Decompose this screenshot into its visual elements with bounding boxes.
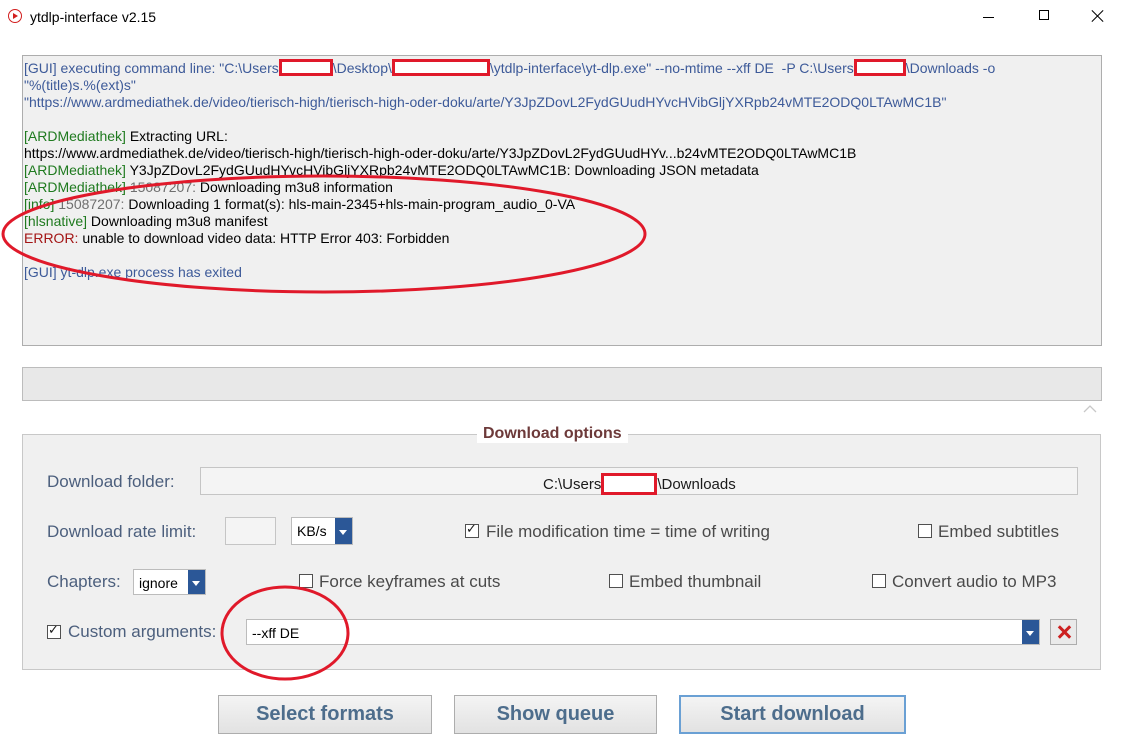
convert-mp3-checkbox[interactable] [872,574,886,588]
download-folder-label: Download folder: [47,472,175,491]
title-bar: ytdlp-interface v2.15 [0,0,1123,34]
mtime-label: File modification time = time of writing [486,522,770,541]
log-command-line: [GUI] executing command line: "C:\Users \… [24,59,1101,77]
embed-thumbnail-checkbox[interactable] [609,574,623,588]
chevron-up-icon[interactable] [1082,403,1098,415]
folder-text: \Downloads [657,476,736,493]
force-keyframes-checkbox[interactable] [299,574,313,588]
log-text: Downloading m3u8 information [196,179,393,195]
minimize-button[interactable] [965,0,1011,34]
chevron-down-icon [335,518,352,544]
log-tag: [ARDMediathek] [24,128,126,144]
show-queue-button[interactable]: Show queue [454,695,657,734]
log-command-line-3: "https://www.ardmediathek.de/video/tieri… [24,94,947,110]
embed-subtitles-checkbox[interactable] [918,524,932,538]
log-line: [info] 15087207: Downloading 1 format(s)… [24,196,1101,213]
rate-limit-input[interactable] [225,517,276,545]
select-formats-button[interactable]: Select formats [218,695,432,734]
error-text: unable to download video data: HTTP Erro… [78,230,450,246]
cmd-text: \ytdlp-interface\yt-dlp.exe" --no-mtime … [489,60,854,76]
redaction-box [278,59,333,76]
cmd-text: [GUI] executing command line: "C:\Users [24,60,279,76]
rate-limit-label: Download rate limit: [47,522,197,541]
log-text: Y3JpZDovL2FydGUudHYvcHVibGljYXRpb24vMTE2… [125,162,759,178]
cmd-text: \Desktop\ [332,60,392,76]
log-line: [ARDMediathek] Extracting URL: [24,128,1101,145]
custom-arguments-value: --xff DE [252,625,300,641]
log-tag: [ARDMediathek] [24,162,126,178]
log-command-line-2: "%(title)s.%(ext)s" [24,77,136,93]
log-tag: [ARDMediathek] [24,179,126,195]
log-tag: [info] [24,196,55,212]
log-tag: [hlsnative] [24,213,88,229]
log-text: Downloading 1 format(s): hls-main-2345+h… [124,196,576,212]
minimize-icon [983,17,994,18]
log-exit-line: [GUI] yt-dlp.exe process has exited [24,264,242,280]
download-folder-field[interactable]: C:\Users \Downloads [200,467,1078,495]
log-line: [ARDMediathek] 15087207: Downloading m3u… [24,179,1101,196]
chapters-value: ignore [139,575,178,591]
folder-text: C:\Users [543,476,602,493]
clear-arguments-button[interactable] [1050,619,1077,645]
mtime-checkbox[interactable] [465,522,479,538]
log-text: Extracting URL: [125,128,228,144]
close-button[interactable] [1075,0,1121,34]
log-error-line: ERROR: unable to download video data: HT… [24,230,1101,247]
chapters-label: Chapters: [47,572,121,591]
redaction-box [391,59,490,76]
custom-arguments-checkbox[interactable] [47,623,61,639]
maximize-button[interactable] [1021,0,1067,34]
maximize-icon [1039,10,1049,20]
redaction-box [853,59,906,76]
error-tag: ERROR: [24,230,79,246]
convert-mp3-label: Convert audio to MP3 [892,572,1057,591]
app-play-icon [8,9,22,23]
window-title: ytdlp-interface v2.15 [30,9,157,25]
embed-subtitles-label: Embed subtitles [938,522,1059,541]
cmd-text: \Downloads -o [905,60,996,76]
start-download-button[interactable]: Start download [679,695,906,734]
custom-arguments-combo[interactable]: --xff DE [246,619,1040,645]
chevron-down-icon [188,570,205,594]
progress-bar [22,367,1102,401]
log-text: Downloading m3u8 manifest [87,213,268,229]
console-output[interactable]: [GUI] executing command line: "C:\Users \… [22,55,1102,346]
download-options-title: Download options [477,425,628,443]
chevron-down-icon [1022,620,1039,644]
log-id: 15087207: [125,179,197,195]
rate-unit-select[interactable]: KB/s [291,517,353,545]
log-id: 15087207: [54,196,125,212]
custom-arguments-label: Custom arguments: [68,622,217,641]
log-line: [ARDMediathek] Y3JpZDovL2FydGUudHYvcHVib… [24,162,1101,179]
embed-thumbnail-label: Embed thumbnail [629,572,762,591]
log-line: [hlsnative] Downloading m3u8 manifest [24,213,1101,230]
download-folder-value: C:\Users \Downloads [543,473,736,495]
force-keyframes-label: Force keyframes at cuts [319,572,501,591]
chapters-select[interactable]: ignore [133,569,206,595]
redaction-box [601,473,658,495]
log-line: https://www.ardmediathek.de/video/tieris… [24,145,857,161]
rate-unit-value: KB/s [297,523,327,539]
